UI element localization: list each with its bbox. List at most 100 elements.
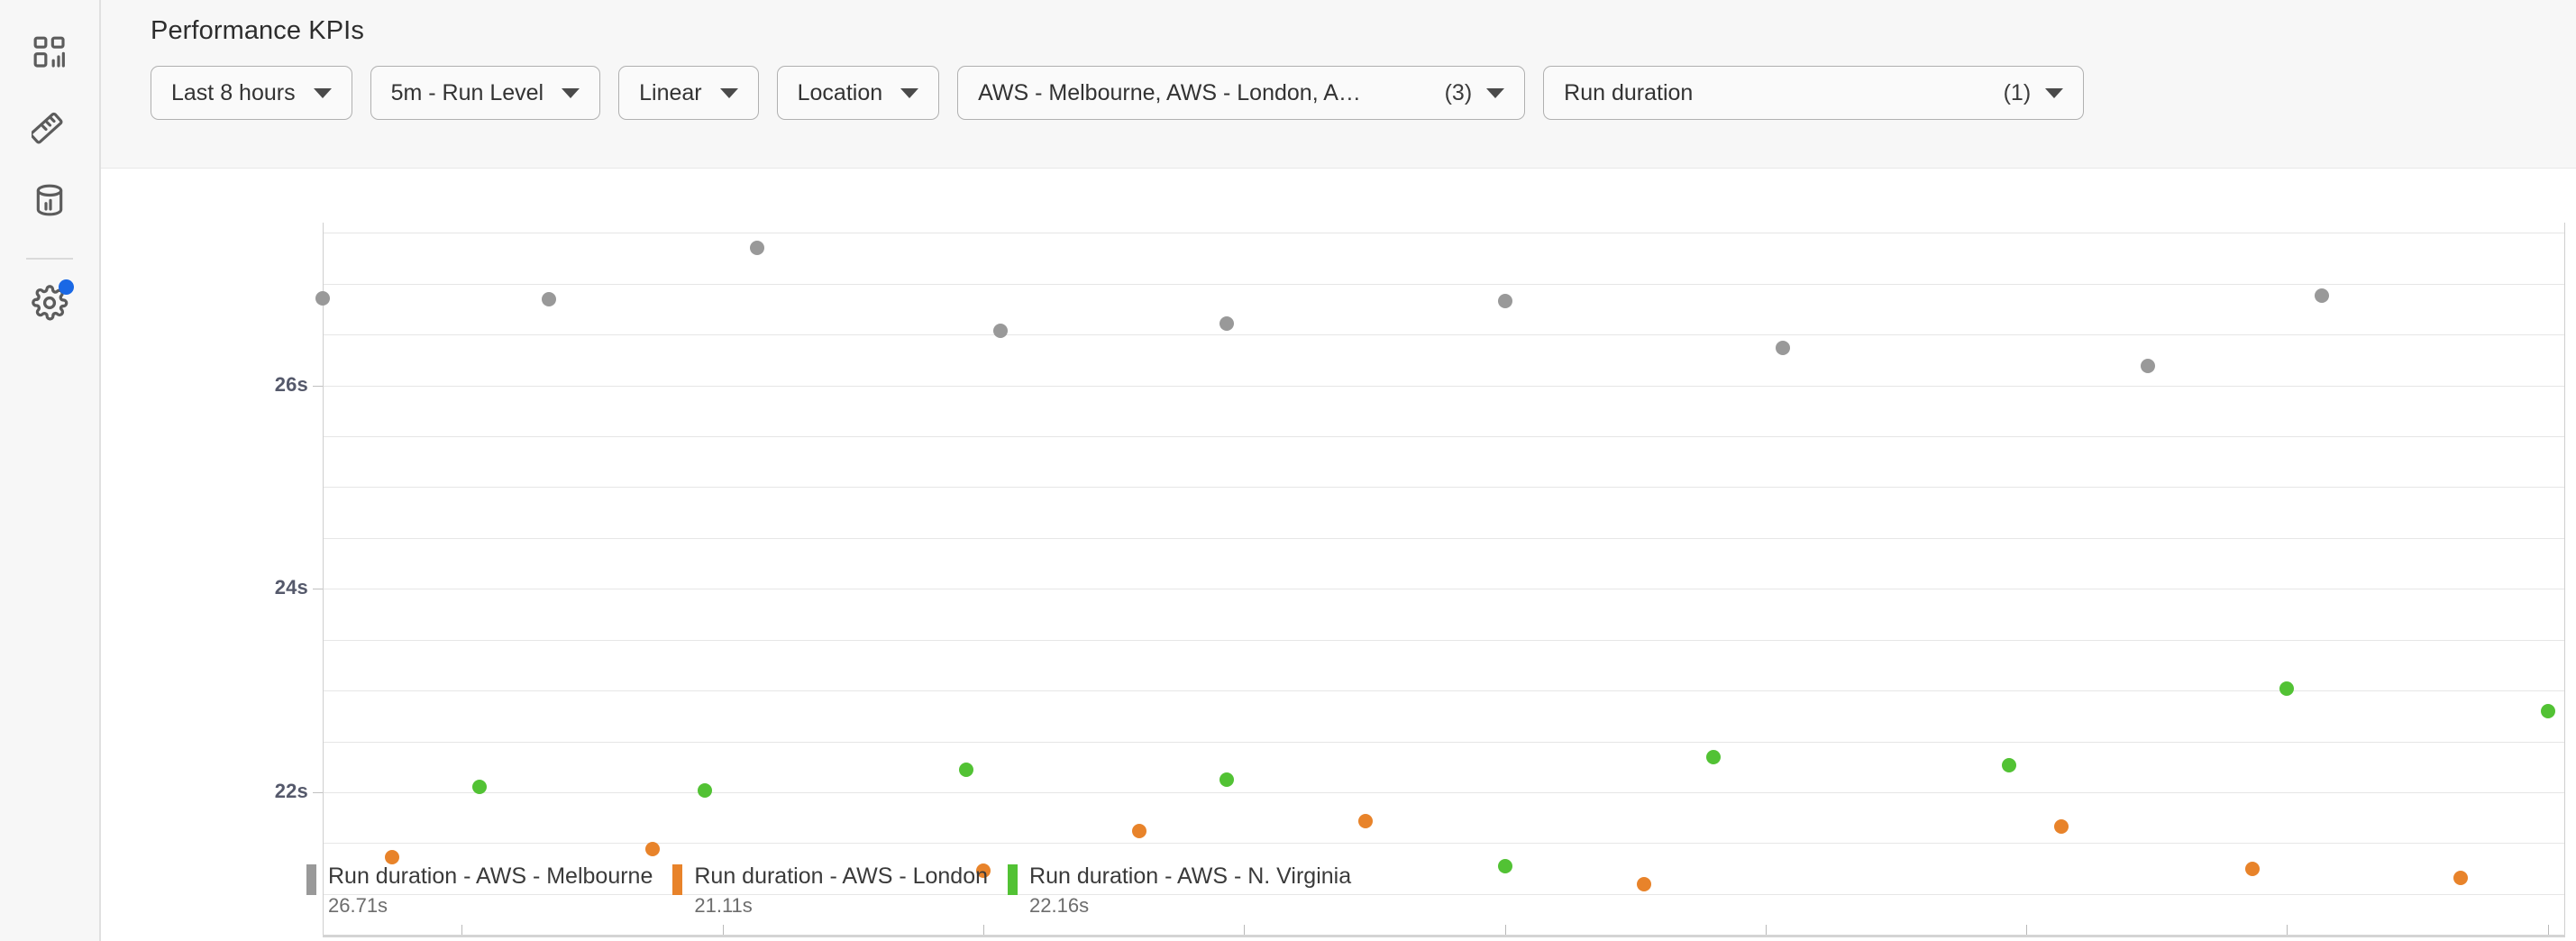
legend-series-value: 26.71s bbox=[328, 894, 653, 918]
group-by-value: Location bbox=[798, 80, 883, 106]
scale-value: Linear bbox=[639, 80, 702, 106]
chart-container: 22s24s26s22k24k26k11:30 AM11:45 AM12:00 … bbox=[101, 169, 2576, 941]
gridline bbox=[323, 284, 2565, 285]
data-point[interactable] bbox=[645, 842, 660, 856]
granularity-value: 5m - Run Level bbox=[391, 80, 544, 106]
gridline bbox=[323, 386, 2565, 387]
data-point[interactable] bbox=[472, 780, 487, 794]
data-point[interactable] bbox=[1358, 814, 1373, 828]
data-point[interactable] bbox=[1219, 316, 1234, 331]
sidebar-item-data[interactable] bbox=[21, 171, 78, 229]
data-point[interactable] bbox=[1132, 824, 1146, 838]
x-axis-tick-mark bbox=[1766, 925, 1767, 935]
x-axis-tick-mark bbox=[2026, 925, 2027, 935]
chevron-down-icon bbox=[314, 88, 332, 98]
x-axis-tick-mark bbox=[2548, 925, 2549, 935]
data-point[interactable] bbox=[315, 291, 330, 306]
chevron-down-icon bbox=[720, 88, 738, 98]
sidebar-item-synthetics[interactable] bbox=[21, 97, 78, 155]
gridline bbox=[323, 436, 2565, 437]
data-point[interactable] bbox=[750, 241, 764, 255]
metric-value: Run duration bbox=[1564, 80, 1985, 106]
locations-value: AWS - Melbourne, AWS - London, A… bbox=[978, 80, 1426, 106]
data-point[interactable] bbox=[2002, 758, 2016, 772]
gridline bbox=[323, 487, 2565, 488]
data-point[interactable] bbox=[542, 292, 556, 306]
gridline bbox=[323, 742, 2565, 743]
legend-item[interactable]: Run duration - AWS - London 21.11s bbox=[672, 863, 988, 918]
y-axis-tick-label-left: 24s bbox=[275, 576, 308, 599]
legend-item[interactable]: Run duration - AWS - N. Virginia 22.16s bbox=[1008, 863, 1351, 918]
metric-dropdown[interactable]: Run duration (1) bbox=[1543, 66, 2084, 120]
data-point[interactable] bbox=[1498, 859, 1512, 873]
panel-header: Performance KPIs Last 8 hours 5m - Run L… bbox=[101, 0, 2576, 169]
sidebar-divider bbox=[26, 258, 73, 260]
x-axis-tick-mark bbox=[983, 925, 984, 935]
data-point[interactable] bbox=[1219, 772, 1234, 787]
data-point[interactable] bbox=[2315, 288, 2329, 303]
data-point[interactable] bbox=[2141, 359, 2155, 373]
time-range-value: Last 8 hours bbox=[171, 80, 296, 106]
left-sidebar bbox=[0, 0, 101, 941]
data-point[interactable] bbox=[1498, 294, 1512, 308]
settings-notification-badge bbox=[59, 279, 74, 295]
legend-color-swatch bbox=[306, 864, 316, 895]
scale-dropdown[interactable]: Linear bbox=[618, 66, 759, 120]
sidebar-item-settings[interactable] bbox=[21, 274, 78, 332]
gridline bbox=[323, 843, 2565, 844]
data-point[interactable] bbox=[2054, 819, 2069, 834]
x-axis-tick-mark bbox=[723, 925, 724, 935]
time-range-dropdown[interactable]: Last 8 hours bbox=[151, 66, 352, 120]
gridline bbox=[323, 538, 2565, 539]
page-title: Performance KPIs bbox=[151, 16, 2576, 46]
metric-count: (1) bbox=[2004, 80, 2032, 106]
gridline bbox=[323, 792, 2565, 793]
legend-series-name: Run duration - AWS - N. Virginia bbox=[1029, 863, 1351, 891]
legend-item[interactable]: Run duration - AWS - Melbourne 26.71s bbox=[306, 863, 653, 918]
gridline bbox=[323, 640, 2565, 641]
scatter-plot[interactable]: 22s24s26s22k24k26k11:30 AM11:45 AM12:00 … bbox=[323, 223, 2565, 935]
x-axis-tick-mark bbox=[1244, 925, 1245, 935]
y-axis-tick-label-left: 22s bbox=[275, 780, 308, 803]
gridline bbox=[323, 690, 2565, 691]
locations-dropdown[interactable]: AWS - Melbourne, AWS - London, A… (3) bbox=[957, 66, 1525, 120]
data-point[interactable] bbox=[1776, 341, 1790, 355]
main-content: Performance KPIs Last 8 hours 5m - Run L… bbox=[101, 0, 2576, 941]
data-point[interactable] bbox=[2279, 681, 2294, 696]
data-point[interactable] bbox=[2245, 862, 2260, 876]
y-axis-line-left bbox=[323, 223, 324, 935]
y-axis-tick-mark bbox=[313, 792, 323, 793]
x-axis-tick-mark bbox=[1505, 925, 1506, 935]
dashboard-icon bbox=[32, 34, 68, 70]
data-point[interactable] bbox=[698, 783, 712, 798]
y-axis-line-right bbox=[2564, 223, 2565, 935]
legend-series-name: Run duration - AWS - London bbox=[694, 863, 988, 891]
ruler-icon bbox=[32, 108, 68, 144]
x-axis-tick-mark bbox=[2287, 925, 2288, 935]
locations-count: (3) bbox=[1445, 80, 1473, 106]
data-point[interactable] bbox=[993, 324, 1008, 338]
database-icon bbox=[32, 182, 68, 218]
x-axis-tick-mark bbox=[461, 925, 462, 935]
y-axis-tick-label-left: 26s bbox=[275, 373, 308, 397]
controls-toolbar: Last 8 hours 5m - Run Level Linear Locat… bbox=[151, 66, 2576, 120]
chevron-down-icon bbox=[900, 88, 918, 98]
granularity-dropdown[interactable]: 5m - Run Level bbox=[370, 66, 601, 120]
chevron-down-icon bbox=[1486, 88, 1504, 98]
data-point[interactable] bbox=[1706, 750, 1721, 764]
chevron-down-icon bbox=[2045, 88, 2063, 98]
data-point[interactable] bbox=[959, 763, 973, 777]
data-point[interactable] bbox=[2541, 704, 2555, 718]
legend-series-name: Run duration - AWS - Melbourne bbox=[328, 863, 653, 891]
x-axis-line bbox=[323, 935, 2565, 937]
group-by-dropdown[interactable]: Location bbox=[777, 66, 940, 120]
data-point[interactable] bbox=[1637, 877, 1651, 891]
gridline bbox=[323, 334, 2565, 335]
y-axis-tick-mark bbox=[313, 386, 323, 387]
legend-series-value: 22.16s bbox=[1029, 894, 1351, 918]
sidebar-item-dashboards[interactable] bbox=[21, 23, 78, 81]
legend-series-value: 21.11s bbox=[694, 894, 988, 918]
chevron-down-icon bbox=[562, 88, 580, 98]
data-point[interactable] bbox=[2453, 871, 2468, 885]
legend-color-swatch bbox=[1008, 864, 1018, 895]
